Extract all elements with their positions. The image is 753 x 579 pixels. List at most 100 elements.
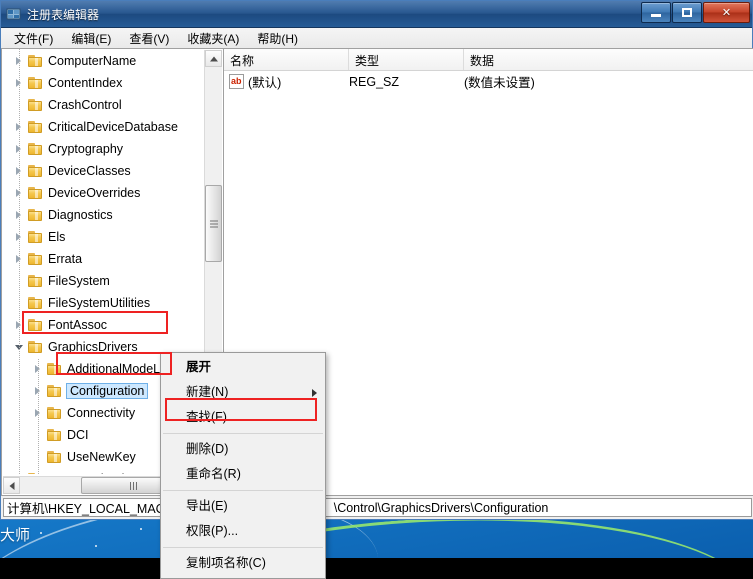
values-column-header: 名称 类型 数据 <box>224 49 753 71</box>
tree-item-label: Cryptography <box>48 142 124 156</box>
expand-arrow-closed-icon[interactable] <box>12 226 28 248</box>
tree-item-crashcontrol[interactable]: CrashControl <box>2 94 205 116</box>
registry-editor-icon <box>6 6 22 22</box>
tree-connector <box>12 94 28 116</box>
folder-icon <box>28 252 44 266</box>
scroll-up-button[interactable] <box>205 50 222 67</box>
value-row[interactable]: ab (默认) REG_SZ (数值未设置) <box>224 71 753 92</box>
tree-item-computername[interactable]: ComputerName <box>2 50 205 72</box>
tree-item-filesystem[interactable]: FileSystem <box>2 270 205 292</box>
context-menu-item-2[interactable]: 查找(F)... <box>161 405 325 430</box>
expand-arrow-closed-icon[interactable] <box>31 380 47 402</box>
close-button[interactable]: ✕ <box>703 2 750 23</box>
expand-arrow-closed-icon[interactable] <box>31 402 47 424</box>
tree-item-criticaldevicedatabase[interactable]: CriticalDeviceDatabase <box>2 116 205 138</box>
wallpaper-sparkle <box>140 528 142 530</box>
title-bar: 注册表编辑器 ✕ <box>1 1 752 28</box>
folder-icon <box>28 472 44 474</box>
context-menu-item-7[interactable]: 复制项名称(C) <box>161 551 325 576</box>
maximize-button[interactable] <box>672 2 702 23</box>
menu-favorites[interactable]: 收藏夹(A) <box>178 28 248 49</box>
tree-item-deviceoverrides[interactable]: DeviceOverrides <box>2 182 205 204</box>
folder-icon <box>28 296 44 310</box>
context-menu-item-label: 权限(P)... <box>186 524 239 538</box>
tree-item-filesystemutilities[interactable]: FileSystemUtilities <box>2 292 205 314</box>
menu-help[interactable]: 帮助(H) <box>248 28 307 49</box>
expand-arrow-closed-icon[interactable] <box>12 314 28 336</box>
expand-arrow-closed-icon[interactable] <box>12 116 28 138</box>
folder-icon <box>47 450 63 464</box>
column-header-type[interactable]: 类型 <box>349 49 464 70</box>
menu-file[interactable]: 文件(F) <box>5 28 62 49</box>
column-header-name[interactable]: 名称 <box>224 49 349 70</box>
menu-edit[interactable]: 编辑(E) <box>62 28 120 49</box>
tree-item-label: DCI <box>67 428 89 442</box>
tree-item-deviceclasses[interactable]: DeviceClasses <box>2 160 205 182</box>
menu-view[interactable]: 查看(V) <box>120 28 178 49</box>
context-menu-item-5[interactable]: 导出(E) <box>161 494 325 519</box>
context-menu-item-label: 展开 <box>186 360 212 374</box>
expand-arrow-closed-icon[interactable] <box>12 204 28 226</box>
context-menu-separator <box>163 490 323 491</box>
tree-connector <box>31 424 47 446</box>
string-value-icon: ab <box>229 74 244 89</box>
context-menu-item-6[interactable]: 权限(P)... <box>161 519 325 544</box>
folder-icon <box>28 120 44 134</box>
expand-arrow-open-icon[interactable] <box>12 336 28 358</box>
tree-connector <box>12 468 28 474</box>
expand-arrow-closed-icon[interactable] <box>12 72 28 94</box>
tree-item-label: GroupOrderList <box>48 472 138 474</box>
scroll-left-button[interactable] <box>3 477 20 494</box>
tree-item-cryptography[interactable]: Cryptography <box>2 138 205 160</box>
title-bar-gloss <box>1 1 752 14</box>
folder-icon <box>28 98 44 112</box>
tree-item-errata[interactable]: Errata <box>2 248 205 270</box>
folder-icon <box>28 274 44 288</box>
expand-arrow-closed-icon[interactable] <box>31 358 47 380</box>
tree-item-label: GraphicsDrivers <box>48 340 138 354</box>
value-type-cell: REG_SZ <box>349 74 400 89</box>
caption-button-group: ✕ <box>641 2 750 23</box>
expand-arrow-closed-icon[interactable] <box>12 248 28 270</box>
tree-item-fontassoc[interactable]: FontAssoc <box>2 314 205 336</box>
context-menu-item-0[interactable]: 展开 <box>161 355 325 380</box>
tree-connector <box>12 270 28 292</box>
context-menu-item-3[interactable]: 删除(D) <box>161 437 325 462</box>
minimize-icon <box>651 14 661 17</box>
tree-item-contentindex[interactable]: ContentIndex <box>2 72 205 94</box>
minimize-button[interactable] <box>641 2 671 23</box>
value-name-cell: ab (默认) <box>224 72 349 91</box>
expand-arrow-closed-icon[interactable] <box>12 50 28 72</box>
registry-editor-window: 注册表编辑器 ✕ 文件(F) 编辑(E) 查看(V) 收藏夹(A) 帮助(H) … <box>0 0 753 520</box>
tree-item-label: FileSystem <box>48 274 110 288</box>
scroll-thumb-grip <box>129 482 138 490</box>
tree-item-label: Connectivity <box>67 406 136 420</box>
tree-item-label: Els <box>48 230 66 244</box>
registry-path-right: \Control\GraphicsDrivers\Configuration <box>333 500 549 515</box>
expand-arrow-closed-icon[interactable] <box>12 160 28 182</box>
context-menu-item-1[interactable]: 新建(N) <box>161 380 325 405</box>
tree-vertical-scroll-thumb[interactable] <box>205 185 222 262</box>
folder-icon <box>28 142 44 156</box>
tree-item-label: Configuration <box>66 383 149 399</box>
chevron-left-icon <box>9 481 14 490</box>
context-menu-item-label: 删除(D) <box>186 442 229 456</box>
context-menu-item-4[interactable]: 重命名(R) <box>161 462 325 487</box>
folder-icon <box>47 428 63 442</box>
expand-arrow-closed-icon[interactable] <box>12 138 28 160</box>
scroll-thumb-grip <box>210 220 218 227</box>
expand-arrow-closed-icon[interactable] <box>12 182 28 204</box>
tree-item-label: ContentIndex <box>48 76 123 90</box>
submenu-arrow-icon <box>312 389 317 397</box>
tree-item-els[interactable]: Els <box>2 226 205 248</box>
folder-icon <box>28 54 44 68</box>
registry-path-left: 计算机\HKEY_LOCAL_MACH <box>7 502 174 516</box>
wallpaper-sparkle <box>40 532 42 534</box>
column-header-data[interactable]: 数据 <box>464 49 753 70</box>
status-bar: 计算机\HKEY_LOCAL_MACH \Control\GraphicsDriv… <box>1 496 753 519</box>
tree-item-diagnostics[interactable]: Diagnostics <box>2 204 205 226</box>
chevron-up-icon <box>209 56 218 61</box>
folder-icon <box>28 230 44 244</box>
context-menu-item-label: 重命名(R) <box>186 467 241 481</box>
tree-item-label: DeviceClasses <box>48 164 131 178</box>
